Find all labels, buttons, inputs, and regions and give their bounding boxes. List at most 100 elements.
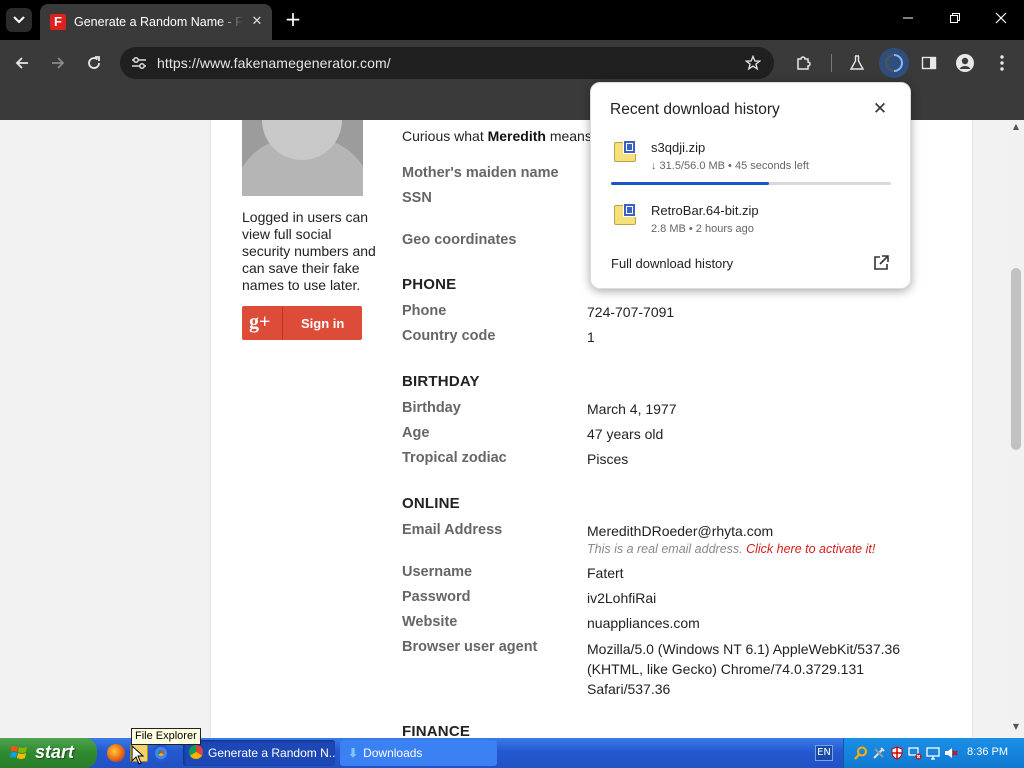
- website-label: Website: [402, 614, 458, 630]
- mothers-maiden-name-label: Mother's maiden name: [402, 165, 559, 181]
- minimize-button[interactable]: [890, 6, 926, 34]
- tropical-zodiac-value: Pisces: [587, 451, 629, 467]
- signin-divider: [282, 306, 283, 340]
- start-button[interactable]: start: [0, 738, 97, 768]
- tab-title: Generate a Random Name - Fake Name Gener…: [74, 15, 244, 29]
- reload-button[interactable]: [81, 50, 107, 76]
- toolbar-divider: [831, 54, 832, 72]
- reload-icon: [88, 56, 100, 69]
- mouse-cursor-icon: [131, 745, 145, 765]
- download-progress-bar: [611, 182, 891, 185]
- restore-icon: [950, 13, 960, 23]
- email-value: MeredithDRoeder@rhyta.com: [587, 523, 774, 539]
- system-tray: 8:36 PM: [843, 738, 1024, 768]
- geo-coordinates-label: Geo coordinates: [402, 232, 517, 248]
- finance-heading: FINANCE: [402, 723, 471, 738]
- tropical-zodiac-label: Tropical zodiac: [402, 450, 507, 466]
- signin-label: Sign in: [301, 316, 345, 331]
- tools-icon[interactable]: [872, 746, 886, 760]
- phone-heading: PHONE: [402, 276, 457, 293]
- extensions-button[interactable]: [791, 50, 817, 76]
- address-bar[interactable]: https://www.fakenamegenerator.com/: [120, 47, 774, 79]
- taskbar-item-chrome[interactable]: Generate a Random N...: [183, 740, 335, 766]
- page-scrollbar[interactable]: ▲ ▼: [1008, 120, 1024, 738]
- chrome-icon: [189, 745, 203, 759]
- user-agent-label: Browser user agent: [402, 639, 538, 655]
- avatar: [242, 120, 363, 196]
- password-label: Password: [402, 589, 471, 605]
- email-label: Email Address: [402, 522, 503, 538]
- download-progress-icon: [885, 54, 903, 72]
- name-meaning-link[interactable]: Curious what Meredith means?: [402, 128, 600, 144]
- labs-button[interactable]: [844, 50, 870, 76]
- scroll-up-arrow-icon[interactable]: ▲: [1008, 122, 1024, 136]
- menu-button[interactable]: [989, 50, 1015, 76]
- user-agent-value: Mozilla/5.0 (Windows NT 6.1) AppleWebKit…: [587, 641, 901, 697]
- tab-close-icon[interactable]: ✕: [248, 13, 266, 31]
- username-value: Fatert: [587, 565, 624, 581]
- curious-name: Meredith: [487, 128, 546, 144]
- taskbar-item-label: Downloads: [363, 746, 423, 760]
- flask-icon: [849, 55, 865, 70]
- close-window-button[interactable]: [983, 6, 1019, 34]
- downloads-button[interactable]: [879, 48, 909, 78]
- chrome-icon[interactable]: [152, 744, 170, 762]
- side-panel-button[interactable]: [916, 50, 942, 76]
- download-item[interactable]: RetroBar.64-bit.zip 2.8 MB • 2 hours ago: [611, 203, 891, 243]
- zip-file-icon: [614, 140, 636, 162]
- website-value: nuappliances.com: [587, 615, 700, 631]
- google-plus-signin-button[interactable]: g+ Sign in: [242, 306, 362, 340]
- profile-button[interactable]: [952, 50, 978, 76]
- download-progress-fill: [611, 182, 769, 185]
- favicon-icon: F: [50, 14, 66, 30]
- activate-email-link[interactable]: Click here to activate it!: [746, 542, 875, 556]
- scroll-down-arrow-icon[interactable]: ▼: [1008, 722, 1024, 736]
- taskbar-item-label: Generate a Random N...: [208, 746, 335, 760]
- browser-tab-active[interactable]: F Generate a Random Name - Fake Name Gen…: [40, 4, 272, 40]
- display-icon[interactable]: [926, 746, 940, 760]
- new-tab-button[interactable]: +: [281, 8, 305, 32]
- browser-toolbar: https://www.fakenamegenerator.com/: [0, 40, 1024, 86]
- download-item[interactable]: s3qdji.zip ↓ 31.5/56.0 MB • 45 seconds l…: [611, 140, 891, 180]
- bookmark-star-button[interactable]: [742, 52, 764, 74]
- url-text: https://www.fakenamegenerator.com/: [157, 55, 391, 71]
- download-popup-title: Recent download history: [610, 101, 780, 118]
- tab-strip: F Generate a Random Name - Fake Name Gen…: [0, 0, 1024, 40]
- country-code-value: 1: [587, 329, 595, 345]
- age-value: 47 years old: [587, 426, 664, 442]
- birthday-label: Birthday: [402, 400, 461, 416]
- download-arrow-icon: ⬇: [348, 746, 359, 760]
- open-in-new-icon[interactable]: [872, 254, 890, 272]
- full-download-history-link[interactable]: Full download history: [611, 256, 733, 271]
- puzzle-icon: [797, 56, 811, 70]
- search-icon[interactable]: [854, 746, 868, 760]
- minimize-icon: [903, 17, 913, 19]
- forward-button[interactable]: [45, 50, 71, 76]
- volume-muted-icon[interactable]: [944, 746, 958, 760]
- site-info-button[interactable]: [128, 52, 150, 74]
- email-note: This is a real email address. Click here…: [587, 542, 875, 556]
- system-clock[interactable]: 8:36 PM: [967, 746, 1008, 758]
- firefox-icon[interactable]: [107, 744, 125, 762]
- taskbar-item-downloads[interactable]: ⬇ Downloads: [340, 740, 497, 766]
- download-status: ↓ 31.5/56.0 MB • 45 seconds left: [651, 160, 809, 172]
- download-status: 2.8 MB • 2 hours ago: [651, 223, 754, 235]
- start-label: start: [35, 742, 75, 762]
- arrow-right-icon: [52, 57, 65, 69]
- chevron-down-icon: [13, 16, 25, 24]
- profile-icon: [956, 54, 974, 72]
- language-indicator[interactable]: EN: [815, 745, 833, 761]
- login-note: Logged in users can view full social sec…: [242, 209, 376, 293]
- close-popup-icon[interactable]: ✕: [870, 99, 890, 119]
- restore-button[interactable]: [937, 6, 973, 34]
- arrow-left-icon: [15, 57, 28, 69]
- tab-search-button[interactable]: [6, 8, 32, 32]
- network-icon[interactable]: [908, 746, 922, 760]
- close-icon: [995, 12, 1007, 24]
- scroll-thumb[interactable]: [1011, 268, 1021, 450]
- email-note-text: This is a real email address.: [587, 542, 747, 556]
- ssn-label: SSN: [402, 190, 432, 206]
- back-button[interactable]: [9, 50, 35, 76]
- security-shield-icon[interactable]: [890, 746, 904, 760]
- download-file-name: s3qdji.zip: [651, 140, 706, 155]
